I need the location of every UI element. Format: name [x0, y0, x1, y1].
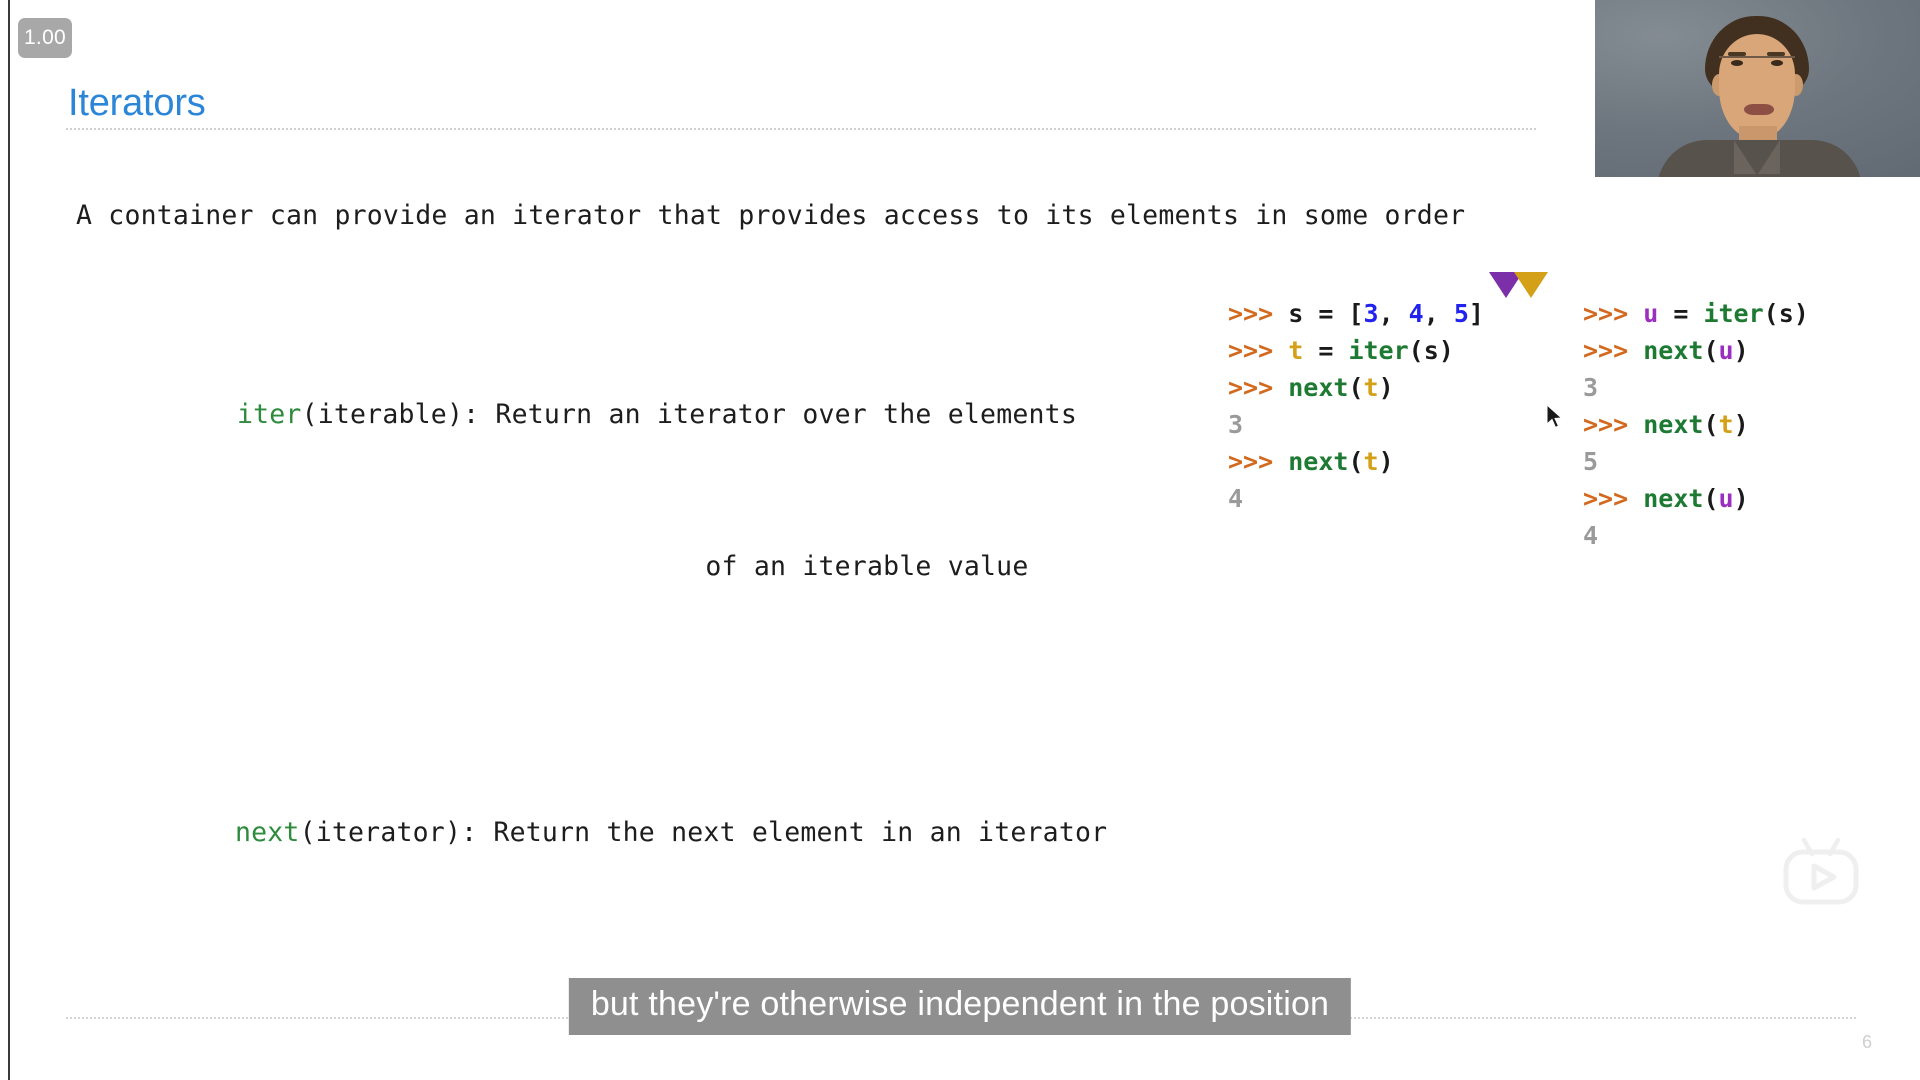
pointer-t-triangle-icon [1514, 272, 1548, 298]
repl-prompt: >>> [1228, 373, 1289, 402]
repl-token: s [1423, 336, 1439, 365]
presenter-eye-right [1771, 60, 1783, 66]
repl-token: 4 [1408, 299, 1424, 328]
repl-token: iter [1703, 299, 1764, 328]
repl-token: = [ [1303, 299, 1364, 328]
repl-token: u [1718, 336, 1734, 365]
repl-token: next [1643, 410, 1704, 439]
repl-prompt: >>> [1228, 447, 1289, 476]
repl-token: ( [1348, 447, 1364, 476]
repl-token: next [1643, 336, 1704, 365]
repl-token: 3 [1228, 410, 1244, 439]
definition-iter-continuation: iter(iterable): Return an iterator of an… [140, 548, 1107, 586]
presenter-collar-left [1734, 140, 1756, 174]
next-keyword: next [234, 817, 300, 848]
iter-signature: (iterable): Return an iterator over the … [301, 399, 1077, 430]
presenter-mouth [1744, 104, 1774, 115]
repl-token: = [1303, 336, 1349, 365]
function-definitions: iter(iterable): Return an iterator over … [140, 282, 1107, 966]
repl-line: >>> next(t) [1228, 443, 1484, 480]
repl-line: >>> next(t) [1228, 369, 1484, 406]
presenter-face [1719, 34, 1795, 138]
repl-token: s [1778, 299, 1794, 328]
repl-token: 5 [1453, 299, 1469, 328]
repl-token: t [1363, 447, 1379, 476]
repl-token: next [1288, 373, 1349, 402]
repl-token: iter [1348, 336, 1409, 365]
repl-token: t [1363, 373, 1379, 402]
definition-next: next(iterator): Return the next element … [138, 776, 1107, 890]
repl-line: >>> next(t) [1583, 406, 1809, 443]
repl-token: u [1718, 484, 1734, 513]
repl-token: ( [1703, 336, 1719, 365]
tv-play-watermark-icon [1783, 837, 1859, 905]
repl-token: ] [1468, 299, 1484, 328]
repl-token: ) [1733, 336, 1749, 365]
repl-token: ) [1733, 410, 1749, 439]
repl-token: ) [1733, 484, 1749, 513]
repl-line: >>> next(u) [1583, 480, 1809, 517]
repl-token: ( [1348, 373, 1364, 402]
repl-token: ) [1438, 336, 1454, 365]
repl-token: , [1423, 299, 1454, 328]
repl-prompt: >>> [1228, 336, 1289, 365]
repl-token: ) [1378, 373, 1394, 402]
repl-token: next [1288, 447, 1349, 476]
repl-line: 4 [1583, 517, 1809, 554]
repl-token: t [1288, 336, 1304, 365]
repl-prompt: >>> [1228, 299, 1289, 328]
repl-token: = [1658, 299, 1704, 328]
left-edge-rule [8, 0, 10, 1080]
lead-sentence: A container can provide an iterator that… [76, 200, 1466, 231]
iter-keyword: iter [236, 399, 302, 430]
iter-continuation-text: of an iterable value [705, 551, 1029, 582]
repl-token: ) [1793, 299, 1809, 328]
repl-prompt: >>> [1583, 299, 1644, 328]
repl-line: >>> u = iter(s) [1583, 295, 1809, 332]
repl-line: 4 [1228, 480, 1484, 517]
definition-spacer [140, 662, 1107, 700]
mouse-cursor-icon [1546, 404, 1563, 429]
repl-token: ( [1408, 336, 1424, 365]
definition-iter: iter(iterable): Return an iterator over … [140, 358, 1107, 472]
title-divider [66, 128, 1536, 130]
repl-token: ( [1703, 484, 1719, 513]
next-signature: (iterator): Return the next element in a… [299, 817, 1108, 848]
presenter-webcam-video[interactable] [1595, 0, 1920, 177]
repl-transcript-right: >>> u = iter(s) >>> next(u) 3 >>> next(t) 5 >… [1583, 295, 1809, 554]
repl-token: s [1288, 299, 1304, 328]
presenter-eye-left [1731, 60, 1743, 66]
presenter-collar-right [1758, 140, 1780, 174]
repl-token: , [1378, 299, 1409, 328]
repl-token: 4 [1583, 521, 1599, 550]
repl-token: 3 [1363, 299, 1379, 328]
repl-prompt: >>> [1583, 336, 1644, 365]
subtitle-caption: but they're otherwise independent in the… [568, 978, 1352, 1035]
repl-line: >>> t = iter(s) [1228, 332, 1484, 369]
repl-line: 3 [1583, 369, 1809, 406]
repl-line: >>> next(u) [1583, 332, 1809, 369]
presenter-glasses [1719, 56, 1795, 74]
repl-token: 3 [1583, 373, 1599, 402]
playback-speed-badge[interactable]: 1.00 [18, 18, 72, 58]
repl-transcript-left: >>> s = [3, 4, 5] >>> t = iter(s) >>> next… [1228, 295, 1484, 517]
repl-token: 5 [1583, 447, 1599, 476]
repl-token: next [1643, 484, 1704, 513]
page-number: 6 [1861, 1032, 1872, 1052]
repl-token: ( [1763, 299, 1779, 328]
repl-token: ) [1378, 447, 1394, 476]
slide-player: 1.00 Iterators A container can provide a… [0, 0, 1920, 1080]
repl-token: u [1643, 299, 1659, 328]
repl-token: 4 [1228, 484, 1244, 513]
repl-line: 3 [1228, 406, 1484, 443]
repl-token: t [1718, 410, 1734, 439]
page-title: Iterators [68, 82, 206, 124]
repl-line: 5 [1583, 443, 1809, 480]
repl-prompt: >>> [1583, 484, 1644, 513]
repl-line: >>> s = [3, 4, 5] [1228, 295, 1484, 332]
repl-prompt: >>> [1583, 410, 1644, 439]
repl-token: ( [1703, 410, 1719, 439]
